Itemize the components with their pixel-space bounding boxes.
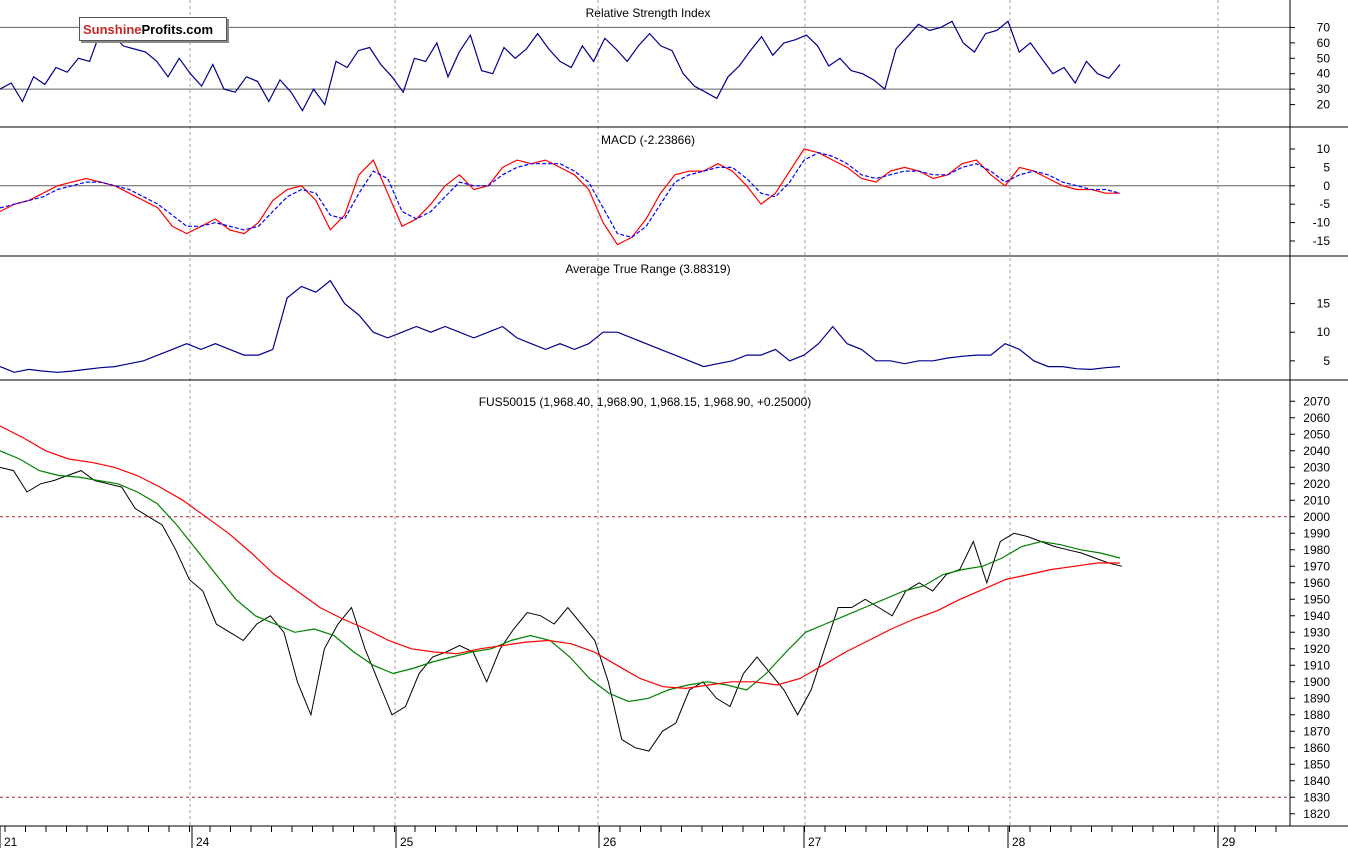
x-tick-label-1: 24 bbox=[196, 835, 210, 849]
logo-part1: Sunshine bbox=[83, 22, 142, 37]
x-tick-label-5: 28 bbox=[1012, 835, 1026, 849]
logo-part2: Profits.com bbox=[141, 22, 214, 37]
macd-ytick-label-3: -5 bbox=[1319, 197, 1330, 211]
price-ytick-label-17: 1900 bbox=[1303, 675, 1330, 689]
x-tick-label-3: 26 bbox=[603, 835, 617, 849]
price-ytick-label-11: 1960 bbox=[1303, 576, 1330, 590]
atr-ytick-label-0: 15 bbox=[1317, 297, 1331, 311]
price-series-1 bbox=[0, 450, 1121, 703]
price-ytick-label-15: 1920 bbox=[1303, 642, 1330, 656]
x-tick-label-0: 21 bbox=[4, 835, 18, 849]
atr-series-0 bbox=[0, 279, 1121, 373]
price-ytick-label-20: 1870 bbox=[1303, 724, 1330, 738]
price-ytick-label-14: 1930 bbox=[1303, 625, 1330, 639]
price-ytick-label-23: 1840 bbox=[1303, 774, 1330, 788]
macd-title: MACD (-2.23866) bbox=[601, 133, 695, 147]
rsi-ytick-label-2: 50 bbox=[1317, 51, 1331, 65]
price-ytick-label-0: 2070 bbox=[1303, 394, 1330, 408]
macd-series-0 bbox=[0, 148, 1120, 246]
rsi-ytick-label-1: 60 bbox=[1317, 36, 1331, 50]
rsi-title: Relative Strength Index bbox=[586, 6, 711, 20]
price-ytick-label-5: 2020 bbox=[1303, 477, 1330, 491]
price-ytick-label-16: 1910 bbox=[1303, 658, 1330, 672]
macd-ytick-label-4: -10 bbox=[1313, 216, 1331, 230]
price-ytick-label-12: 1950 bbox=[1303, 592, 1330, 606]
price-ytick-label-4: 2030 bbox=[1303, 460, 1330, 474]
rsi-ytick-label-4: 30 bbox=[1317, 82, 1331, 96]
x-tick-label-6: 29 bbox=[1222, 835, 1236, 849]
rsi-ytick-label-5: 20 bbox=[1317, 98, 1331, 112]
price-ytick-label-7: 2000 bbox=[1303, 510, 1330, 524]
price-ytick-label-21: 1860 bbox=[1303, 741, 1330, 755]
macd-ytick-label-5: -15 bbox=[1313, 234, 1331, 248]
price-ytick-label-13: 1940 bbox=[1303, 609, 1330, 623]
price-ytick-label-3: 2040 bbox=[1303, 444, 1330, 458]
sunshine-profits-logo[interactable]: SunshineProfits.com bbox=[79, 17, 227, 41]
price-ytick-label-25: 1820 bbox=[1303, 807, 1330, 821]
x-tick-label-2: 25 bbox=[400, 835, 414, 849]
price-ytick-label-22: 1850 bbox=[1303, 757, 1330, 771]
price-ytick-label-24: 1830 bbox=[1303, 790, 1330, 804]
macd-ytick-label-0: 10 bbox=[1317, 142, 1331, 156]
atr-ytick-label-1: 10 bbox=[1317, 325, 1331, 339]
price-ytick-label-2: 2050 bbox=[1303, 427, 1330, 441]
atr-ytick-label-2: 5 bbox=[1323, 354, 1330, 368]
price-ytick-label-10: 1970 bbox=[1303, 559, 1330, 573]
price-ytick-label-1: 2060 bbox=[1303, 411, 1330, 425]
rsi-ytick-label-3: 40 bbox=[1317, 67, 1331, 81]
stock-chart: Relative Strength Index706050403020MACD … bbox=[0, 0, 1348, 849]
price-ytick-label-19: 1880 bbox=[1303, 708, 1330, 722]
macd-ytick-label-2: 0 bbox=[1323, 179, 1330, 193]
price-ytick-label-9: 1980 bbox=[1303, 543, 1330, 557]
price-title: FUS50015 (1,968.40, 1,968.90, 1,968.15, … bbox=[479, 395, 812, 409]
rsi-ytick-label-0: 70 bbox=[1317, 20, 1331, 34]
atr-title: Average True Range (3.88319) bbox=[565, 262, 730, 276]
price-ytick-label-6: 2010 bbox=[1303, 493, 1330, 507]
price-series-0 bbox=[0, 466, 1123, 752]
price-ytick-label-8: 1990 bbox=[1303, 526, 1330, 540]
price-ytick-label-18: 1890 bbox=[1303, 691, 1330, 705]
x-tick-label-4: 27 bbox=[808, 835, 822, 849]
macd-ytick-label-1: 5 bbox=[1323, 160, 1330, 174]
macd-series-1 bbox=[0, 152, 1121, 238]
